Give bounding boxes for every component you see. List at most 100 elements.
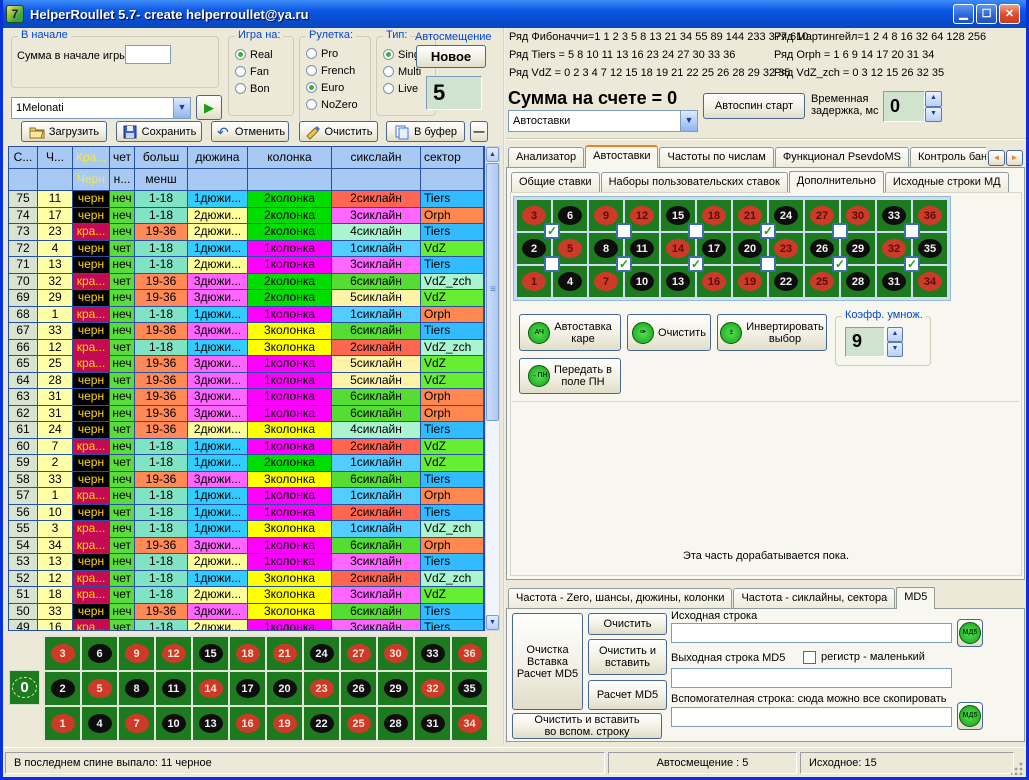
radio-icon[interactable] <box>383 66 394 77</box>
bet-checkbox[interactable] <box>760 256 776 272</box>
save-button[interactable]: Сохранить <box>116 121 202 142</box>
board-cell-16[interactable]: 16 <box>230 707 265 740</box>
bet-checkbox[interactable] <box>544 256 560 272</box>
board-cell-2[interactable]: 2 <box>45 672 80 705</box>
radio-live[interactable]: Live <box>383 80 422 97</box>
undo-button[interactable]: ↶ Отменить <box>211 121 289 142</box>
bet-checkbox[interactable] <box>832 223 848 239</box>
md5-aux-input[interactable] <box>671 707 952 727</box>
board-cell-28[interactable]: 28 <box>378 707 413 740</box>
md5-clear-paste-aux-button[interactable]: Очистить и вставить во вспом. строку <box>512 713 662 739</box>
tab-автоставки[interactable]: Автоставки <box>585 145 658 168</box>
board-cell-15[interactable]: 15 <box>193 637 228 670</box>
radio-real[interactable]: Real <box>235 46 273 63</box>
board-cell-4[interactable]: 4 <box>82 707 117 740</box>
close-button[interactable]: ✕ <box>999 4 1020 24</box>
board-cell-7[interactable]: 7 <box>119 707 154 740</box>
md5-run-button-2[interactable]: МД5 <box>957 702 983 730</box>
radio-icon[interactable] <box>306 82 317 93</box>
resize-grip[interactable] <box>1011 762 1024 775</box>
radio-fan[interactable]: Fan <box>235 63 273 80</box>
scroll-down-icon[interactable]: ▼ <box>486 615 499 630</box>
invert-selection-button[interactable]: ± Инвертировать выбор <box>717 314 827 351</box>
radio-icon[interactable] <box>235 49 246 60</box>
bet-checkbox[interactable] <box>688 223 704 239</box>
table-scrollbar[interactable]: ▲ ▼ <box>485 146 500 631</box>
scrollbar-thumb[interactable] <box>486 163 499 421</box>
radio-euro[interactable]: Euro <box>306 79 358 96</box>
tab-анализатор[interactable]: Анализатор <box>508 147 584 168</box>
to-buffer-button[interactable]: В буфер <box>386 121 465 142</box>
spin-down-icon[interactable]: ▼ <box>887 342 903 357</box>
spin-down-icon[interactable]: ▼ <box>925 107 942 123</box>
board-cell-30[interactable]: 30 <box>378 637 413 670</box>
radio-icon[interactable] <box>383 83 394 94</box>
board-cell-32[interactable]: 32 <box>415 672 450 705</box>
board-cell-21[interactable]: 21 <box>267 637 302 670</box>
play-button[interactable]: ▶ <box>196 95 222 120</box>
bet-checkbox-checked[interactable]: ✓ <box>688 256 704 272</box>
board-cell-19[interactable]: 19 <box>267 707 302 740</box>
board-cell-8[interactable]: 8 <box>119 672 154 705</box>
md5-clear-paste-button[interactable]: Очистить и вставить <box>588 639 667 675</box>
chevron-down-icon[interactable]: ▼ <box>680 111 697 131</box>
case-checkbox[interactable] <box>803 651 816 664</box>
radio-icon[interactable] <box>235 66 246 77</box>
tab-наборы-пользовательских-ставок[interactable]: Наборы пользовательских ставок <box>601 172 788 193</box>
tab-частота-zero-шансы-дюжины-колонки[interactable]: Частота - Zero, шансы, дюжины, колонки <box>508 588 732 609</box>
bet-checkbox-checked[interactable]: ✓ <box>544 223 560 239</box>
board-cell-9[interactable]: 9 <box>119 637 154 670</box>
board-cell-35[interactable]: 35 <box>452 672 487 705</box>
board-cell-10[interactable]: 10 <box>156 707 191 740</box>
panel-clear-button[interactable]: ✑ Очистить <box>627 314 711 351</box>
board-cell-31[interactable]: 31 <box>415 707 450 740</box>
mode-combo[interactable]: Автоставки ▼ <box>508 110 698 132</box>
board-cell-22[interactable]: 22 <box>304 707 339 740</box>
tab-исходные-строки-мд[interactable]: Исходные строки МД <box>885 172 1009 193</box>
preset-combo[interactable]: 1Melonati ▼ <box>11 97 191 119</box>
chevron-down-icon[interactable]: ▼ <box>173 98 190 118</box>
autoshift-new-button[interactable]: Новое <box>416 45 486 68</box>
radio-icon[interactable] <box>383 49 394 60</box>
bet-checkbox-checked[interactable]: ✓ <box>832 256 848 272</box>
md5-clear-button[interactable]: Очистить <box>588 613 667 635</box>
transfer-pn-button[interactable]: →ПН Передать в поле ПН <box>519 358 621 394</box>
board-cell-20[interactable]: 20 <box>267 672 302 705</box>
clear-button[interactable]: Очистить <box>299 121 378 142</box>
board-cell-34[interactable]: 34 <box>452 707 487 740</box>
radio-icon[interactable] <box>306 48 317 59</box>
radio-icon[interactable] <box>306 65 317 76</box>
tab-scroll-left-icon[interactable]: ◄ <box>988 150 1005 166</box>
tab-контроль-банкрол[interactable]: Контроль банкрол <box>910 147 986 168</box>
board-cell-17[interactable]: 17 <box>230 672 265 705</box>
board-cell-36[interactable]: 36 <box>452 637 487 670</box>
load-button[interactable]: Загрузить <box>21 121 107 142</box>
radio-icon[interactable] <box>306 99 317 110</box>
zero-cell[interactable]: 0 <box>9 670 40 705</box>
radio-french[interactable]: French <box>306 62 358 79</box>
board-cell-33[interactable]: 33 <box>415 637 450 670</box>
minus-button[interactable]: — <box>470 121 488 142</box>
bet-checkbox[interactable] <box>904 223 920 239</box>
board-cell-1[interactable]: 1 <box>45 707 80 740</box>
board-cell-24[interactable]: 24 <box>304 637 339 670</box>
minimize-button[interactable]: ▁ <box>953 4 974 24</box>
radio-icon[interactable] <box>235 83 246 94</box>
spin-up-icon[interactable]: ▲ <box>887 327 903 342</box>
board-cell-29[interactable]: 29 <box>378 672 413 705</box>
board-cell-14[interactable]: 14 <box>193 672 228 705</box>
md5-run-button-1[interactable]: МД5 <box>957 619 983 647</box>
md5-output-input[interactable] <box>671 668 952 688</box>
spin-up-icon[interactable]: ▲ <box>925 91 942 107</box>
bet-checkbox[interactable] <box>616 223 632 239</box>
board-cell-11[interactable]: 11 <box>156 672 191 705</box>
tab-дополнительно[interactable]: Дополнительно <box>789 171 884 193</box>
coeff-spinner[interactable]: ▲ ▼ <box>887 327 903 357</box>
tab-функционал-psevdoms[interactable]: Функционал PsevdoMS <box>775 147 909 168</box>
tab-scroll-right-icon[interactable]: ► <box>1006 150 1023 166</box>
radio-bon[interactable]: Bon <box>235 80 273 97</box>
board-cell-12[interactable]: 12 <box>156 637 191 670</box>
scroll-up-icon[interactable]: ▲ <box>486 147 499 162</box>
md5-big-button[interactable]: Очистка Вставка Расчет MD5 <box>512 613 583 710</box>
tab-частота-сиклайны-сектора[interactable]: Частота - сиклайны, сектора <box>733 588 895 609</box>
